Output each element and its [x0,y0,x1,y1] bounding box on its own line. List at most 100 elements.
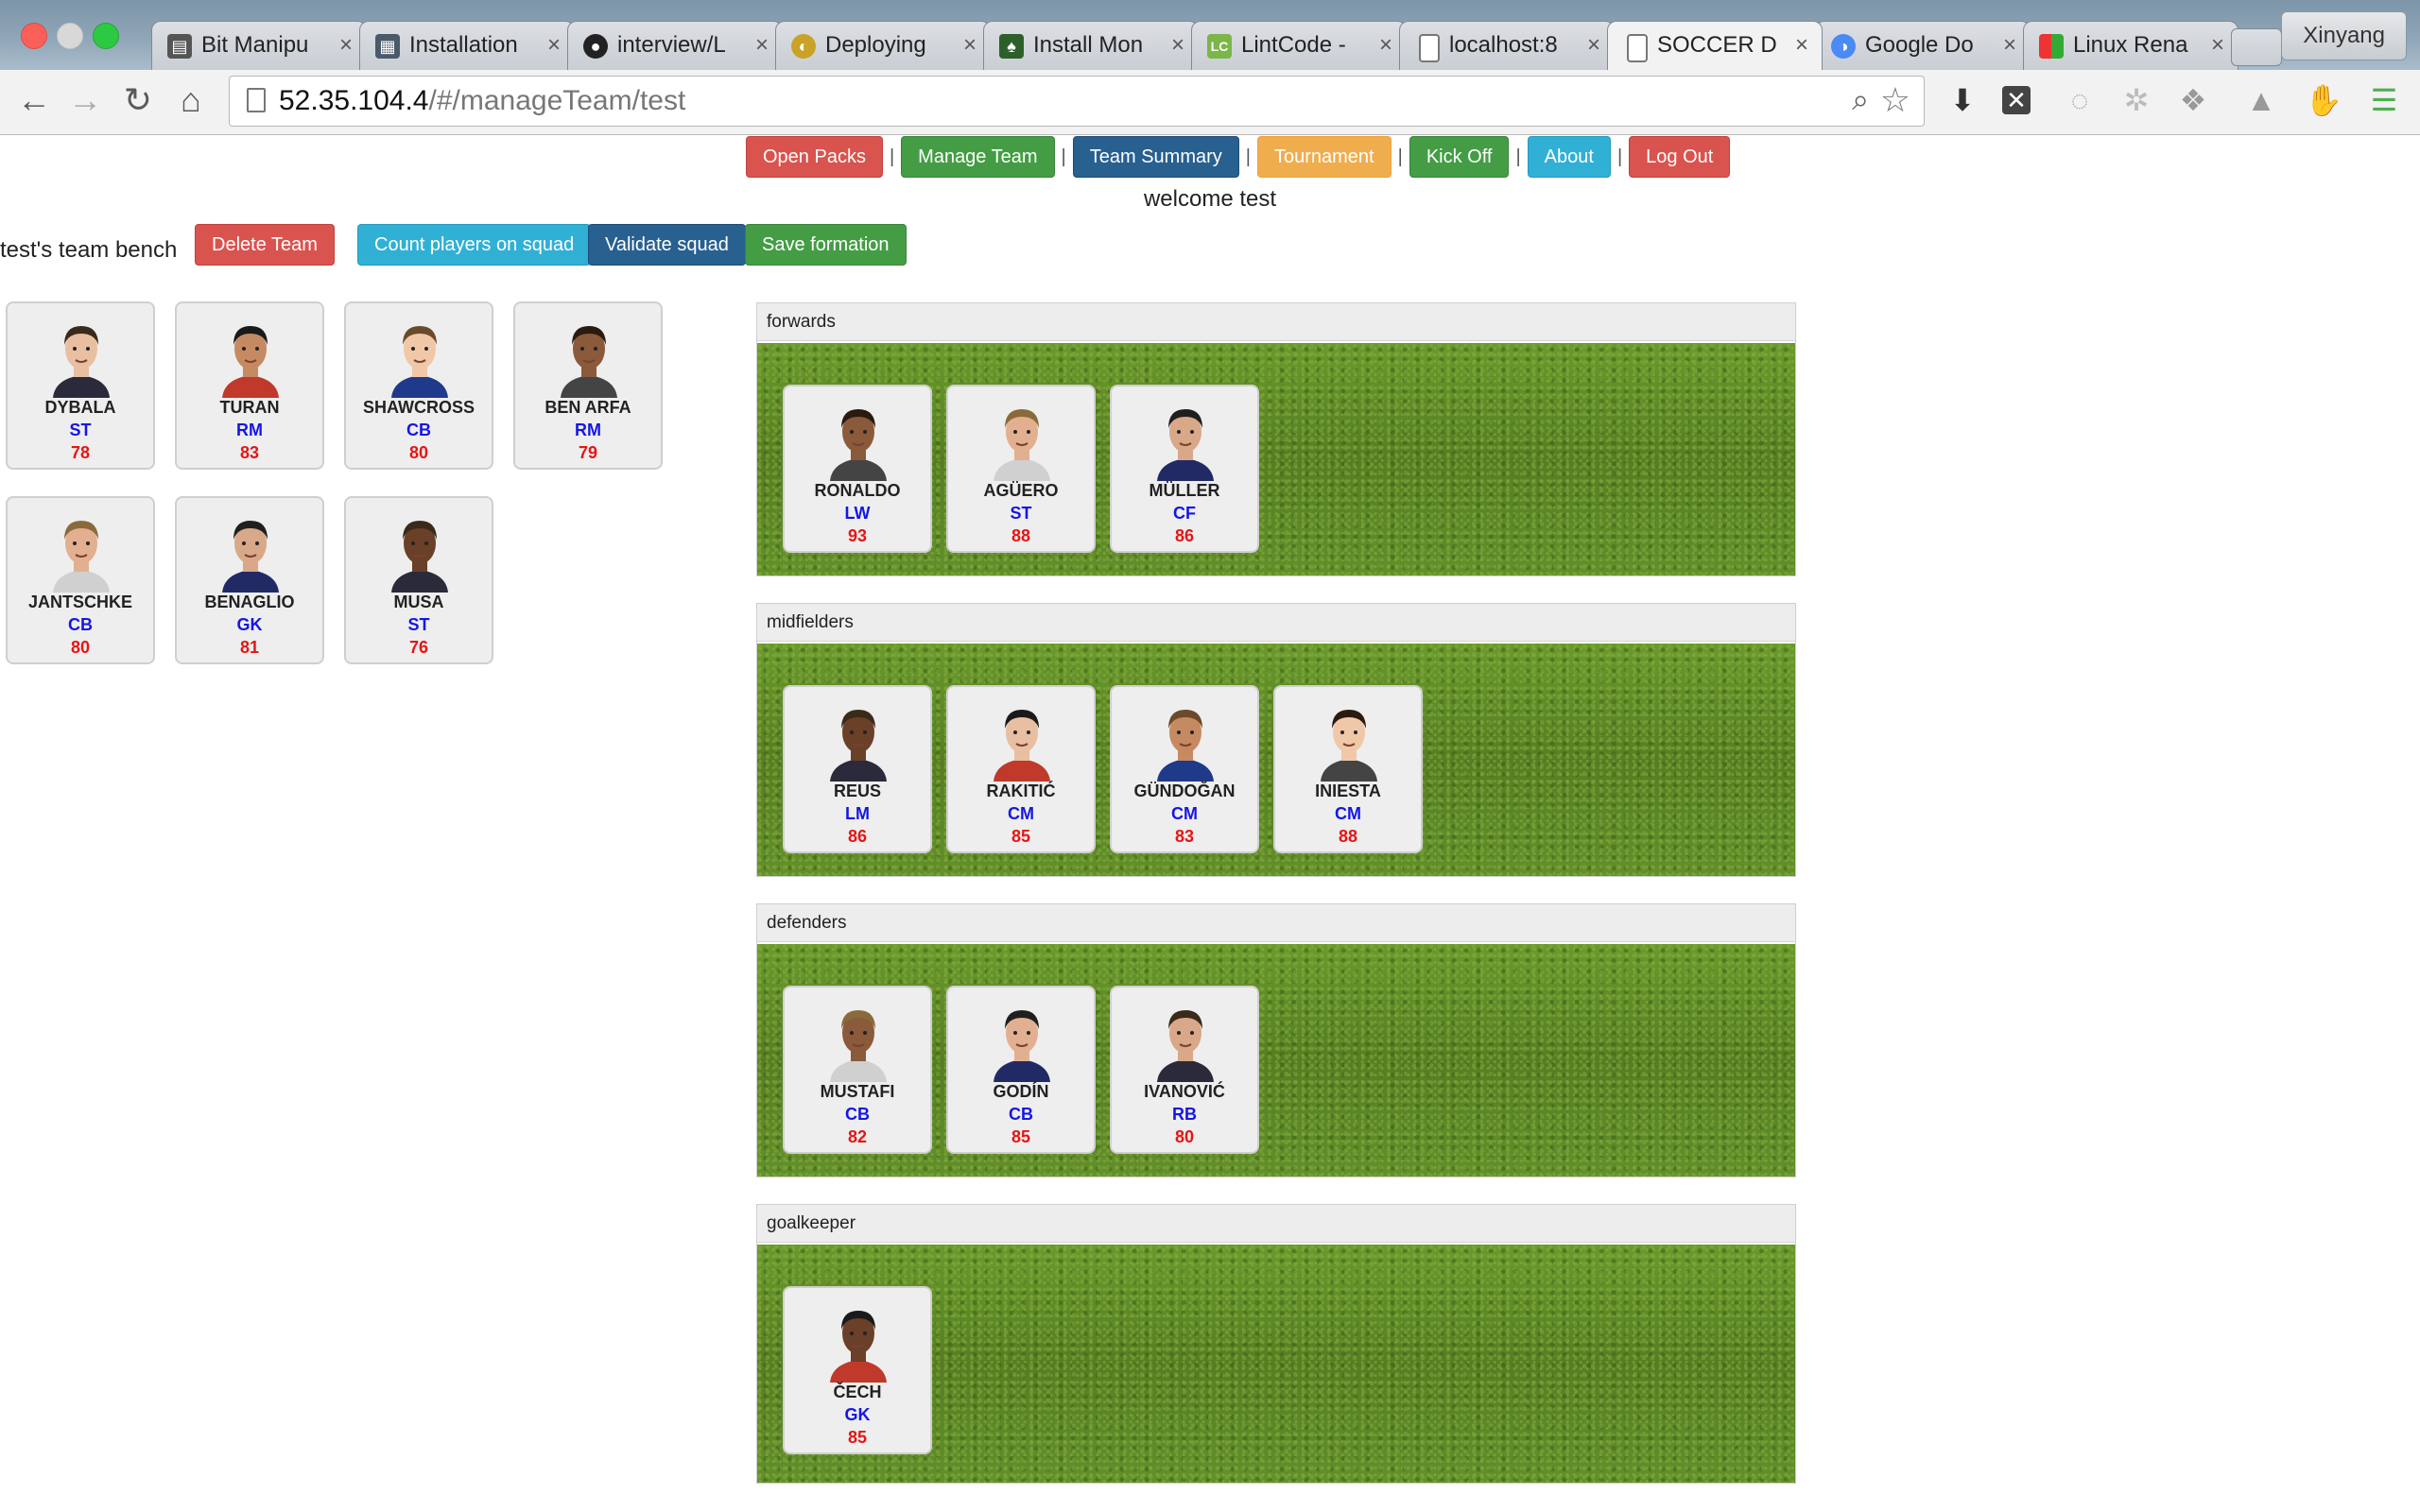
profile-button[interactable]: Xinyang [2281,11,2407,60]
adblock-hand-icon[interactable]: ✋ [2305,81,2342,119]
tab-close-icon[interactable]: × [1171,22,1184,69]
player-card[interactable]: ČECH GK 85 [783,1286,932,1454]
player-name: AGÜERO [983,481,1059,500]
reload-icon[interactable]: ↻ [117,79,159,121]
player-rating: 86 [1174,526,1195,545]
player-photo [990,700,1054,782]
player-card[interactable]: SHAWCROSS CB 80 [344,301,493,470]
nav-separator: | [1515,146,1521,167]
drive-extension-icon[interactable]: ▲ [2242,81,2280,119]
new-tab-button[interactable] [2231,28,2282,66]
player-card[interactable]: AGÜERO ST 88 [946,385,1096,553]
x-extension-icon[interactable]: ✕ [2002,86,2031,114]
player-card[interactable]: DYBALA ST 78 [6,301,155,470]
kick-off-button[interactable]: Kick Off [1409,136,1510,178]
page-icon [1627,34,1648,62]
browser-tab[interactable]: ▤ Bit Manipu × [151,21,367,70]
player-card[interactable]: GODÍN CB 85 [946,986,1096,1154]
log-out-button[interactable]: Log Out [1629,136,1731,178]
tab-title: LintCode - [1241,32,1346,58]
tab-close-icon[interactable]: × [2003,22,2016,69]
download-icon[interactable]: ⬇ [1944,81,1981,119]
tab-close-icon[interactable]: × [547,22,561,69]
manage-team-button[interactable]: Manage Team [901,136,1055,178]
count-players-button[interactable]: Count players on squad [357,224,592,266]
open-packs-button[interactable]: Open Packs [746,136,883,178]
tab-close-icon[interactable]: × [755,22,769,69]
browser-tab-active[interactable]: SOCCER D × [1607,21,1823,70]
tab-close-icon[interactable]: × [963,22,977,69]
player-card[interactable]: INIESTA CM 88 [1273,685,1423,853]
player-name: GODÍN [993,1082,1049,1101]
deploy-icon: ◐ [791,34,816,59]
player-card[interactable]: GÜNDOĞAN CM 83 [1110,685,1259,853]
player-position: CM [1335,804,1361,823]
url-text[interactable]: 52.35.104.4/#/manageTeam/test [279,77,685,126]
player-card[interactable]: MUSA ST 76 [344,496,493,664]
browser-tab[interactable]: ◐ Deploying × [775,21,991,70]
tab-close-icon[interactable]: × [1795,22,1808,69]
player-name: INIESTA [1315,782,1381,800]
tournament-button[interactable]: Tournament [1256,136,1392,178]
browser-tab[interactable]: Linux Rena × [2023,21,2238,70]
page-icon [247,88,266,112]
tab-close-icon[interactable]: × [1379,22,1392,69]
player-card[interactable]: MUSTAFI CB 82 [783,986,932,1154]
player-rating: 82 [847,1127,868,1146]
forwards-pitch[interactable]: RONALDO LW 93 AGÜERO ST 88 MÜLLER CF 86 [757,343,1795,576]
forward-arrow-icon[interactable]: → [64,79,106,121]
defenders-pitch[interactable]: MUSTAFI CB 82 GODÍN CB 85 IVANOVIĆ RB 80 [757,944,1795,1177]
browser-tab[interactable]: localhost:8 × [1399,21,1615,70]
browser-tab[interactable]: LC LintCode - × [1191,21,1407,70]
grid-color-icon [2039,34,2064,59]
gear-extension-icon[interactable]: ✲ [2118,81,2155,119]
player-card[interactable]: TURAN RM 83 [175,301,324,470]
close-window-button[interactable] [21,23,47,49]
player-card[interactable]: RONALDO LW 93 [783,385,932,553]
browser-tab[interactable]: ● interview/L × [567,21,783,70]
player-card[interactable]: BEN ARFA RM 79 [513,301,663,470]
player-rating: 88 [1011,526,1031,545]
player-card[interactable]: MÜLLER CF 86 [1110,385,1259,553]
defenders-header: defenders [757,904,1795,942]
player-card[interactable]: JANTSCHKE CB 80 [6,496,155,664]
browser-tab[interactable]: ▦ Installation × [359,21,575,70]
menu-hamburger-icon[interactable]: ☰ [2365,81,2403,119]
nav-separator: | [1616,146,1623,167]
zoom-window-button[interactable] [93,23,119,49]
player-card[interactable]: RAKITIĆ CM 85 [946,685,1096,853]
save-formation-button[interactable]: Save formation [745,224,907,266]
tab-close-icon[interactable]: × [1587,22,1600,69]
goalkeeper-header: goalkeeper [757,1205,1795,1243]
player-name: RONALDO [814,481,901,500]
team-summary-button[interactable]: Team Summary [1072,136,1239,178]
validate-squad-button[interactable]: Validate squad [588,224,746,266]
minimize-window-button[interactable] [57,23,83,49]
browser-tab[interactable]: ♠ Install Mon × [983,21,1199,70]
puzzle-extension-icon[interactable]: ❖ [2174,81,2212,119]
back-arrow-icon[interactable]: ← [13,79,55,121]
tab-close-icon[interactable]: × [2211,22,2224,69]
player-card[interactable]: BENAGLIO GK 81 [175,496,324,664]
goalkeeper-pitch[interactable]: ČECH GK 85 [757,1245,1795,1483]
about-button[interactable]: About [1527,136,1611,178]
address-bar[interactable]: 52.35.104.4/#/manageTeam/test ⌕ ☆ [229,76,1925,127]
bookmark-star-icon[interactable]: ☆ [1880,80,1910,120]
tab-close-icon[interactable]: × [339,22,353,69]
tab-title: Google Do [1865,32,1974,58]
player-card[interactable]: REUS LM 86 [783,685,932,853]
home-icon[interactable]: ⌂ [170,79,212,121]
midfielders-pitch[interactable]: REUS LM 86 RAKITIĆ CM 85 GÜNDOĞAN CM 83 INIESTA CM… [757,644,1795,876]
player-rating: 93 [847,526,868,545]
player-card[interactable]: IVANOVIĆ RB 80 [1110,986,1259,1154]
player-photo [49,511,113,593]
delete-team-button[interactable]: Delete Team [195,224,335,266]
goalkeeper-panel: goalkeeper ČECH GK 85 [756,1204,1796,1484]
nav-separator: | [1397,146,1403,167]
book-icon: ▤ [167,34,192,59]
player-rating: 83 [239,443,260,462]
browser-tab[interactable]: ◑ Google Do × [1815,21,2031,70]
sync-extension-icon[interactable]: ◌ [2061,81,2099,119]
player-name: ČECH [833,1383,882,1401]
zoom-magnifier-icon[interactable]: ⌕ [1852,82,1869,118]
